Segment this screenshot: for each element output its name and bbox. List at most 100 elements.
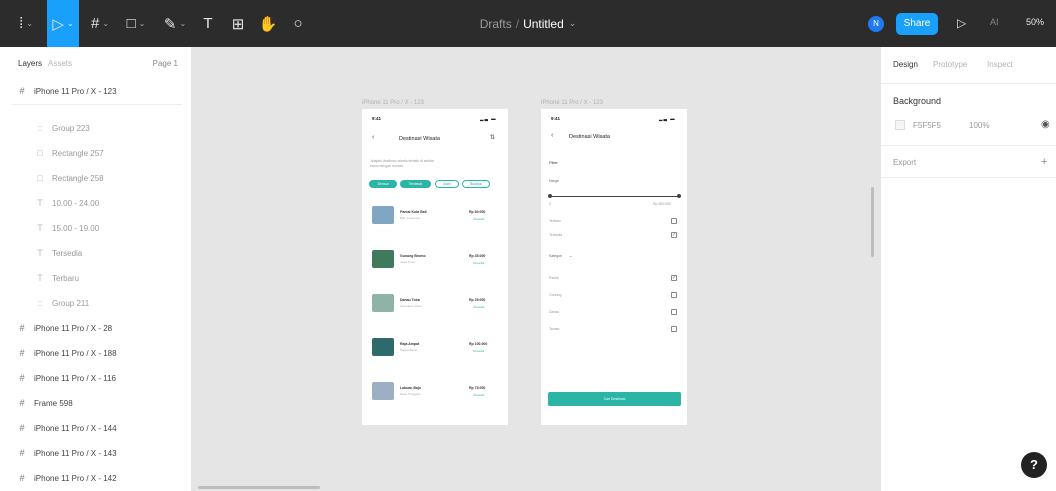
eye-visibility-icon[interactable]: ◉	[1041, 119, 1050, 130]
price-range-max-handle[interactable]	[677, 194, 681, 198]
filter-chip[interactable]: Terdekat	[400, 180, 431, 188]
hand-tool-icon[interactable]: ✋	[259, 0, 278, 47]
breadcrumb-folder[interactable]: Drafts	[480, 17, 512, 31]
panel-divider	[881, 83, 1056, 84]
destination-thumbnail[interactable]	[372, 294, 394, 312]
filter-icon[interactable]: ⇅	[490, 134, 495, 141]
layer-child-item[interactable]: T 15.00 - 19.00	[0, 217, 192, 239]
group-icon: ::	[37, 298, 43, 308]
toolbar: ⁞ ⌄ ▷ ⌄ # ⌄ □ ⌄ ✎ ⌄ T ⊞ ✋ ○ Drafts / Untitled…	[0, 0, 1056, 47]
destination-thumbnail[interactable]	[372, 206, 394, 224]
destination-name: Pantai Kuta Bali	[400, 210, 427, 214]
pen-tool-icon[interactable]: ✎ ⌄	[163, 0, 187, 47]
layer-frame-item[interactable]: # Frame 598	[0, 392, 192, 414]
apply-filter-button[interactable]: Cari Destinasi	[548, 392, 681, 406]
back-arrow-icon[interactable]: ‹	[551, 132, 553, 139]
destination-location: Sumatera Utara	[400, 304, 422, 308]
frame-tool-icon[interactable]: # ⌄	[88, 0, 112, 47]
layer-child-item[interactable]: □ Rectangle 257	[0, 142, 192, 164]
properties-panel: Design Prototype Inspect Background F5F5…	[880, 47, 1056, 491]
horizontal-scrollbar[interactable]	[198, 486, 320, 489]
shape-tool-icon[interactable]: □ ⌄	[124, 0, 148, 47]
tab-layers[interactable]: Layers	[18, 59, 42, 68]
price-range-track[interactable]	[550, 196, 680, 197]
add-export-icon[interactable]: +	[1041, 156, 1047, 168]
layer-frame-item[interactable]: # iPhone 11 Pro / X - 142	[0, 467, 192, 489]
back-arrow-icon[interactable]: ‹	[372, 134, 374, 141]
layer-child-item[interactable]: □ Rectangle 258	[0, 167, 192, 189]
chevron-down-icon[interactable]: ⌄	[569, 253, 572, 258]
tab-design[interactable]: Design	[893, 60, 918, 69]
comment-icon[interactable]: ○	[291, 0, 305, 47]
figma-menu-icon[interactable]: ⁞ ⌄	[14, 0, 38, 47]
range-min-label: 0	[549, 202, 551, 206]
tab-assets[interactable]: Assets	[48, 59, 72, 68]
rectangle-icon: □	[37, 148, 43, 158]
avatar[interactable]: N	[868, 16, 884, 32]
canvas[interactable]: iPhone 11 Pro / X - 123 9:41 ▂▃ ▬ ‹ Dest…	[192, 47, 880, 491]
status-icons: ▂▃ ▬	[480, 116, 497, 121]
option-checkbox[interactable]: ✓	[671, 275, 677, 281]
price-range-min-handle[interactable]	[548, 194, 552, 198]
layer-child-item[interactable]: T Tersedia	[0, 242, 192, 264]
status-time: 9:41	[551, 116, 561, 121]
destination-price: Rp 100.000	[469, 342, 488, 346]
tab-prototype[interactable]: Prototype	[933, 60, 967, 69]
share-button[interactable]: Share	[896, 13, 938, 35]
filter-label: Filter	[549, 160, 558, 165]
frame-icon: #	[19, 86, 25, 96]
frame-title[interactable]: iPhone 11 Pro / X - 123	[541, 100, 603, 106]
zoom-dropdown[interactable]: 50%	[1026, 17, 1044, 27]
destination-location: Bali, Indonesia	[400, 216, 420, 220]
ai-button[interactable]: AI	[990, 17, 999, 27]
file-name[interactable]: Untitled	[523, 17, 564, 31]
group-icon: ::	[37, 123, 43, 133]
background-color-swatch[interactable]	[895, 120, 905, 130]
phone-frame-filter[interactable]: 9:41 ▂▃ ▬ ‹ Destinasi Wisata Filter Harg…	[541, 109, 687, 425]
option-checkbox[interactable]	[671, 309, 677, 315]
layer-name: iPhone 11 Pro / X - 123	[34, 86, 117, 96]
filter-chip[interactable]: Budaya	[462, 180, 490, 188]
tab-inspect[interactable]: Inspect	[987, 60, 1013, 69]
move-tool-icon[interactable]: ▷ ⌄	[47, 0, 79, 47]
frame-icon: #	[19, 423, 25, 433]
vertical-scrollbar[interactable]	[871, 187, 874, 257]
option-label: Gunung	[549, 293, 562, 297]
resources-icon[interactable]: ⊞	[231, 0, 245, 47]
option-label: Tersedia	[549, 233, 563, 237]
phone-frame-list[interactable]: 9:41 ▂▃ ▬ ‹ Destinasi Wisata ⇅ Jelajahi …	[362, 109, 508, 425]
filter-chip[interactable]: Alam	[435, 180, 459, 188]
filter-chip[interactable]: Semua	[369, 180, 397, 188]
availability-tag: Tersedia	[473, 349, 485, 353]
option-checkbox[interactable]	[671, 326, 677, 332]
layer-name: iPhone 11 Pro / X - 116	[34, 373, 116, 383]
frame-title[interactable]: iPhone 11 Pro / X - 123	[362, 100, 424, 106]
page-selector[interactable]: Page 1	[153, 59, 178, 68]
layer-frame-item[interactable]: # iPhone 11 Pro / X - 188	[0, 342, 192, 364]
destination-thumbnail[interactable]	[372, 382, 394, 400]
layer-frame-item[interactable]: # iPhone 11 Pro / X - 144	[0, 417, 192, 439]
help-button[interactable]: ?	[1021, 452, 1047, 478]
layer-frame-item[interactable]: # iPhone 11 Pro / X - 28	[0, 317, 192, 339]
background-hex-input[interactable]: F5F5F5	[913, 121, 941, 130]
present-play-icon[interactable]: ▷	[957, 16, 966, 30]
layer-name: Group 223	[52, 123, 90, 133]
layer-frame-item[interactable]: # iPhone 11 Pro / X - 116	[0, 367, 192, 389]
layer-child-item[interactable]: :: Group 211	[0, 292, 192, 314]
layer-child-item[interactable]: T Terbaru	[0, 267, 192, 289]
availability-tag: Tersedia	[473, 305, 485, 309]
chevron-down-icon[interactable]: ⌄	[569, 18, 577, 29]
text-tool-icon[interactable]: T	[201, 0, 215, 47]
destination-thumbnail[interactable]	[372, 338, 394, 356]
status-icons: ▂▃ ▬	[659, 116, 676, 121]
option-checkbox[interactable]: ✓	[671, 232, 677, 238]
option-checkbox[interactable]	[671, 218, 677, 224]
text-layer-icon: T	[37, 198, 43, 208]
option-checkbox[interactable]	[671, 292, 677, 298]
layer-frame-item[interactable]: # iPhone 11 Pro / X - 123	[0, 80, 192, 102]
layer-frame-item[interactable]: # iPhone 11 Pro / X - 143	[0, 442, 192, 464]
background-opacity-input[interactable]: 100%	[969, 121, 989, 130]
layer-child-item[interactable]: T 10.00 - 24.00	[0, 192, 192, 214]
destination-thumbnail[interactable]	[372, 250, 394, 268]
layer-child-item[interactable]: :: Group 223	[0, 117, 192, 139]
